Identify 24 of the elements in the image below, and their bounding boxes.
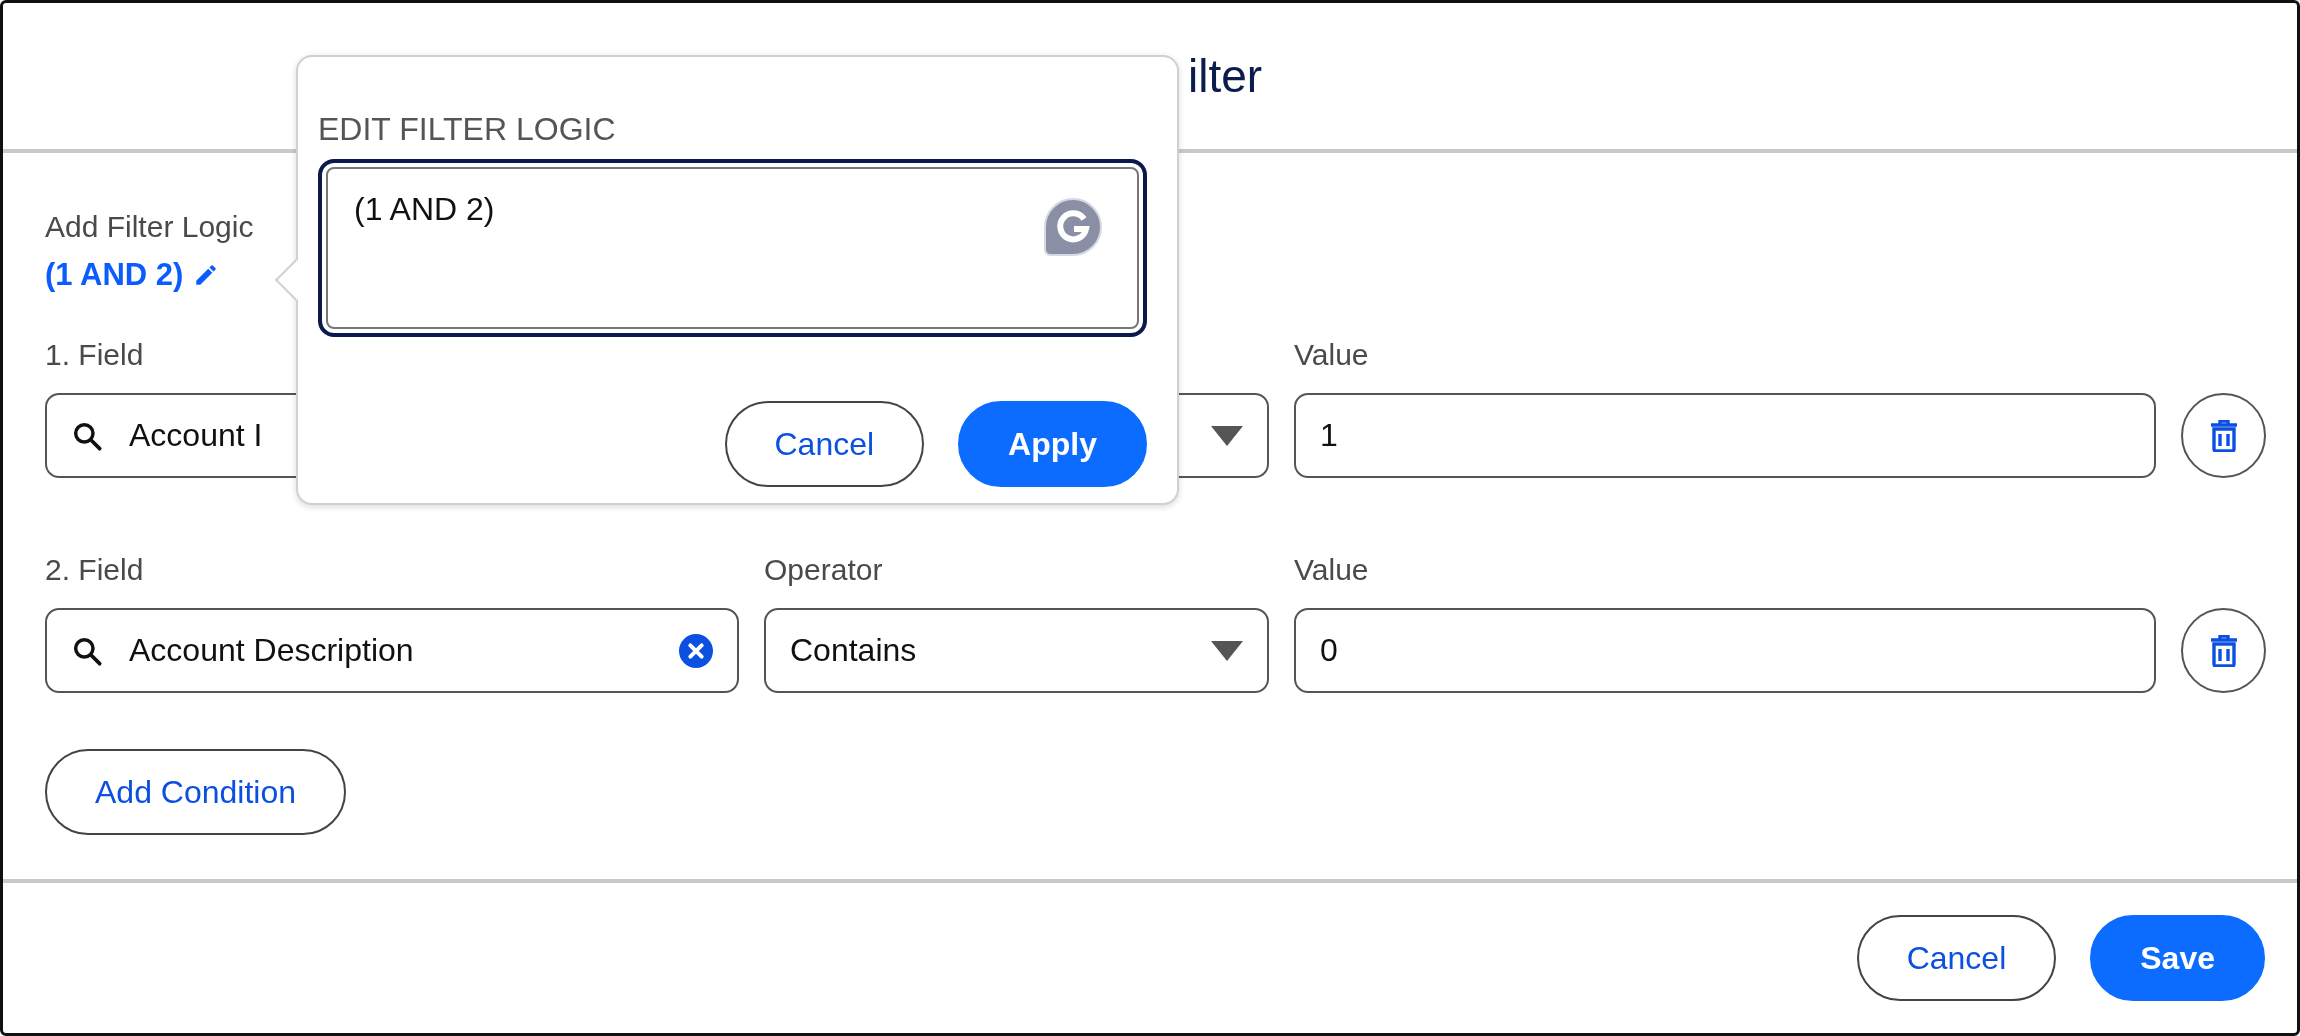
cancel-button[interactable]: Cancel <box>724 401 925 487</box>
value-label: Value <box>1294 337 1369 373</box>
filter-logic-textarea[interactable]: (1 AND 2) <box>318 159 1147 337</box>
dialog-title: ilter <box>1187 49 1263 103</box>
operator-label: Operator <box>764 552 883 588</box>
save-button[interactable]: Save <box>2090 915 2265 1001</box>
clear-icon[interactable] <box>679 633 713 668</box>
value-input[interactable]: 0 <box>1294 608 2156 693</box>
value-label: Value <box>1294 552 1369 588</box>
value-input[interactable]: 1 <box>1294 393 2156 478</box>
filter-logic-label: Add Filter Logic <box>45 209 254 245</box>
field-search-input[interactable]: Account Description <box>45 608 739 693</box>
caret-icon <box>1211 640 1243 661</box>
field-label: 2. Field <box>45 552 144 588</box>
field-label: 1. Field <box>45 337 144 373</box>
cancel-button[interactable]: Cancel <box>1856 915 2057 1001</box>
apply-button[interactable]: Apply <box>958 401 1147 487</box>
trash-icon <box>2208 419 2239 452</box>
filter-logic-link[interactable]: (1 AND 2) <box>45 257 220 293</box>
trash-icon <box>2208 634 2239 667</box>
add-condition-button[interactable]: Add Condition <box>45 749 347 835</box>
popover-heading: EDIT FILTER LOGIC <box>318 110 617 149</box>
operator-select[interactable]: Contains <box>764 608 1269 693</box>
caret-icon <box>1211 425 1243 446</box>
